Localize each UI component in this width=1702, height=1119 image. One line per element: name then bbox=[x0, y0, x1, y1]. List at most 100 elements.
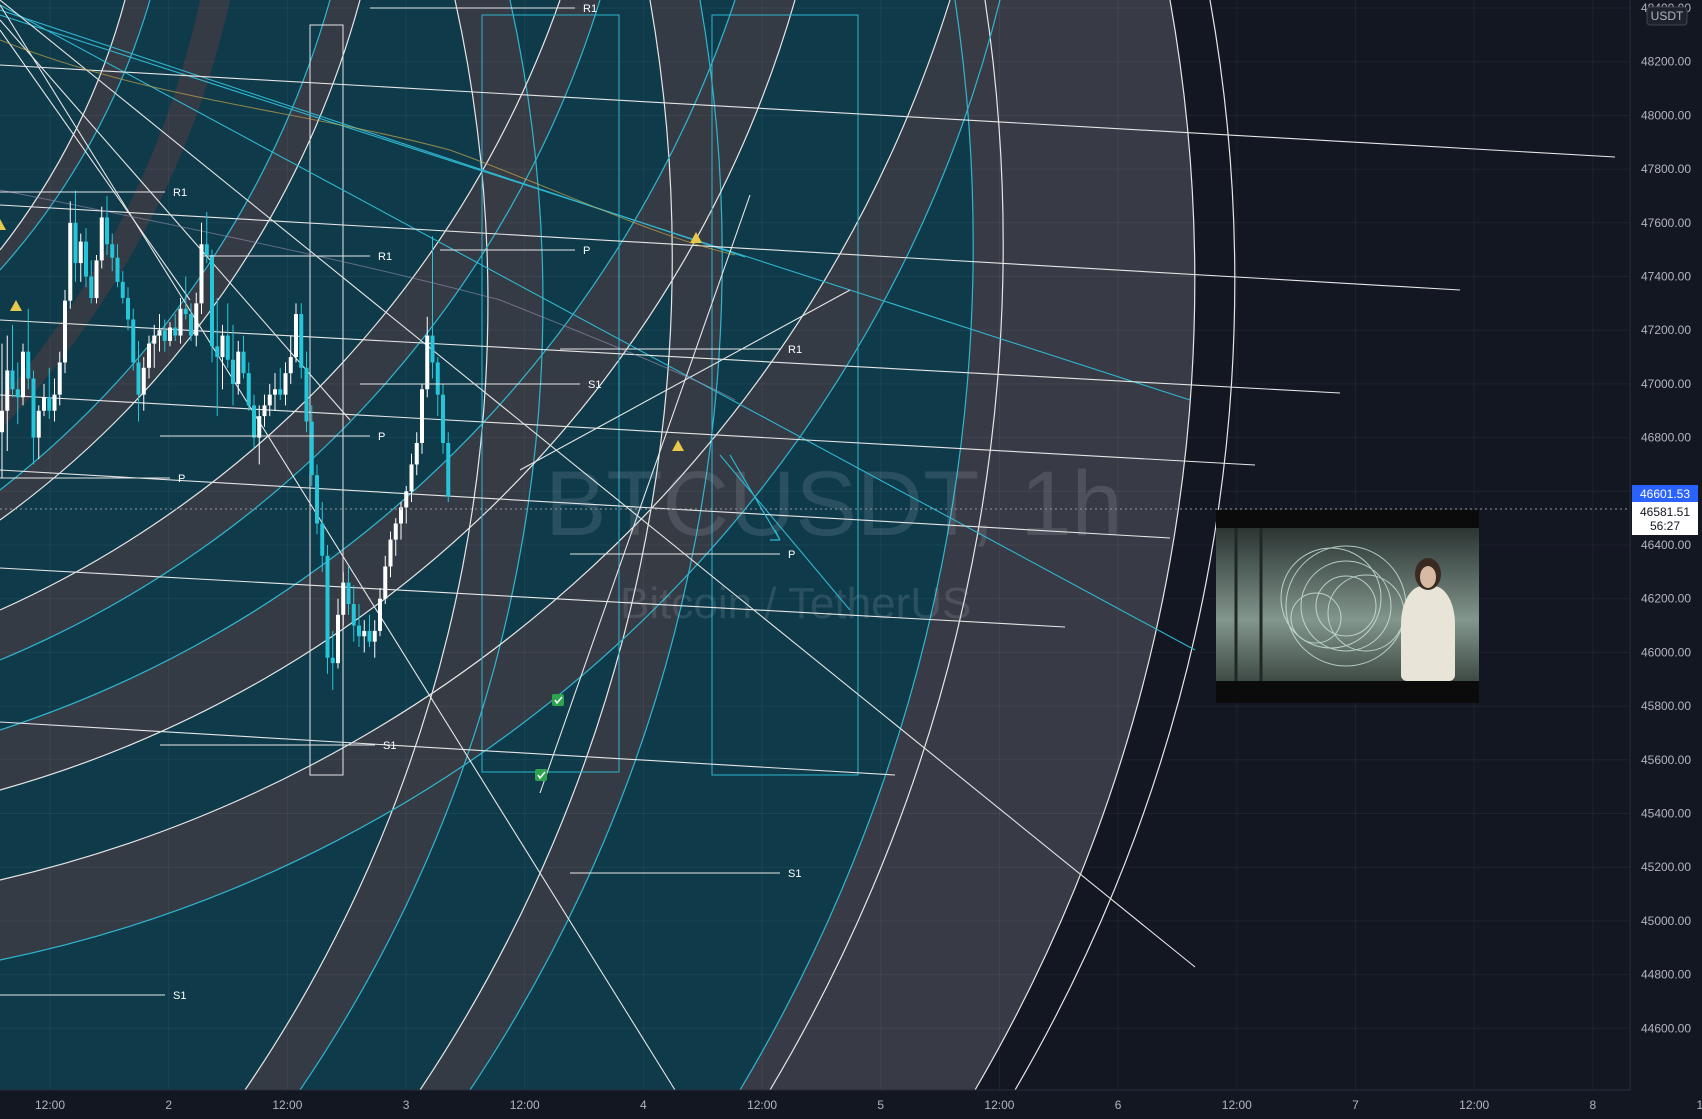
pivot-label: R1 bbox=[583, 3, 597, 15]
candle-body bbox=[325, 555, 330, 658]
pivot-label: S1 bbox=[383, 740, 396, 752]
candle-body bbox=[194, 303, 199, 336]
price-tick-label: 47200.00 bbox=[1641, 323, 1691, 337]
candle-body bbox=[393, 523, 398, 540]
price-tick-label: 44600.00 bbox=[1641, 1021, 1691, 1035]
time-axis[interactable]: 12:00 2 12:00 3 12:00 4 12:00 5 12:00 6 12:00 7 12:0… bbox=[0, 1089, 1702, 1119]
candle-body bbox=[183, 308, 188, 315]
candle-body bbox=[378, 598, 382, 631]
time-tick-label: 12:00 bbox=[35, 1098, 65, 1112]
candle-body bbox=[110, 244, 115, 258]
price-tick-label: 45000.00 bbox=[1641, 914, 1691, 928]
candle-body bbox=[283, 373, 288, 395]
candle-body bbox=[357, 625, 361, 637]
candle-body bbox=[346, 582, 351, 605]
candle-body bbox=[404, 491, 409, 508]
pivot-label: P bbox=[583, 245, 590, 257]
candle-body bbox=[409, 464, 414, 492]
time-tick-label: 12:00 bbox=[510, 1098, 540, 1112]
crosshair-price-tag: 46601.53 bbox=[1632, 485, 1698, 502]
candle-body bbox=[42, 397, 46, 411]
candle-body bbox=[120, 281, 125, 298]
price-tick-label: 46400.00 bbox=[1641, 538, 1691, 552]
candle-body bbox=[215, 346, 220, 358]
candle-body bbox=[0, 410, 4, 433]
candle-body bbox=[430, 335, 435, 363]
pivot-label: P bbox=[178, 473, 185, 485]
candle-body bbox=[15, 389, 20, 398]
candle-body bbox=[99, 217, 104, 261]
candle-body bbox=[89, 276, 94, 298]
time-tick-label: 2 bbox=[165, 1098, 172, 1112]
candle-body bbox=[446, 442, 451, 497]
check-icon bbox=[552, 694, 564, 706]
candle-body bbox=[68, 222, 73, 301]
candle-body bbox=[52, 394, 57, 411]
photo-scene bbox=[1216, 528, 1479, 681]
candle-body bbox=[10, 370, 15, 390]
time-tick-label: 12:00 bbox=[747, 1098, 777, 1112]
leia-hologram-photo bbox=[1216, 510, 1479, 703]
candle-body bbox=[147, 343, 151, 368]
candle-body bbox=[131, 319, 136, 363]
candle-body bbox=[383, 566, 388, 599]
price-tick-label: 47800.00 bbox=[1641, 162, 1691, 176]
price-tick-label: 48200.00 bbox=[1641, 55, 1691, 69]
candle-body bbox=[425, 335, 430, 390]
time-tick-label: 12:00 bbox=[272, 1098, 302, 1112]
pivot-label: R1 bbox=[378, 251, 392, 263]
watermark-symbol: BTCUSDT, 1h bbox=[545, 453, 1123, 555]
candle-body bbox=[351, 604, 356, 626]
candle-body bbox=[294, 314, 298, 358]
candle-body bbox=[73, 222, 78, 264]
candle-body bbox=[273, 389, 277, 395]
candle-body bbox=[26, 351, 31, 379]
figure-face bbox=[1420, 566, 1436, 588]
candle-body bbox=[168, 327, 172, 341]
candle-body bbox=[63, 300, 67, 363]
candle-body bbox=[78, 241, 83, 264]
time-tick-label: 12:00 bbox=[1697, 1098, 1702, 1112]
candle-body bbox=[341, 582, 346, 615]
candle-body bbox=[236, 351, 241, 384]
pivot-label: P bbox=[378, 431, 385, 443]
candle-body bbox=[320, 523, 325, 556]
time-tick-label: 12:00 bbox=[1222, 1098, 1252, 1112]
time-axis-bg bbox=[0, 1090, 1630, 1119]
candle-body bbox=[210, 255, 214, 347]
time-tick-label: 12:00 bbox=[984, 1098, 1014, 1112]
candle-body bbox=[5, 370, 10, 411]
candle-body bbox=[36, 410, 41, 438]
candle-body bbox=[231, 359, 235, 384]
candle-body bbox=[414, 442, 419, 465]
price-tick-label: 46800.00 bbox=[1641, 431, 1691, 445]
price-tick-label: 47600.00 bbox=[1641, 216, 1691, 230]
chart-root: BTCUSDT, 1h Bitcoin / TetherUS R1 R1 R1 P R1… bbox=[0, 0, 1702, 1119]
candle-body bbox=[420, 389, 424, 443]
candle-body bbox=[362, 630, 367, 637]
price-tick-label: 46000.00 bbox=[1641, 645, 1691, 659]
candle-body bbox=[152, 335, 157, 344]
candle-body bbox=[57, 362, 62, 395]
candle-body bbox=[441, 394, 445, 443]
candle-body bbox=[330, 657, 335, 664]
price-axis[interactable]: 48400.0048200.0048000.0047800.0047600.00… bbox=[1629, 0, 1702, 1119]
candle-body bbox=[257, 416, 262, 438]
price-tick-label: 48000.00 bbox=[1641, 108, 1691, 122]
time-tick-label: 6 bbox=[1115, 1098, 1122, 1112]
candle-body bbox=[399, 507, 403, 524]
crosshair-price: 46601.53 bbox=[1640, 487, 1690, 501]
last-price-tag: 46581.51 56:27 bbox=[1632, 502, 1698, 535]
candle-body bbox=[262, 405, 267, 417]
candle-body bbox=[204, 244, 209, 256]
candle-body bbox=[315, 475, 319, 524]
candle-body bbox=[252, 405, 256, 438]
candle-body bbox=[246, 373, 251, 406]
candle-body bbox=[367, 630, 372, 642]
currency-label: USDT bbox=[1651, 9, 1684, 23]
pivot-label: R1 bbox=[173, 187, 187, 199]
last-price: 46581.51 bbox=[1640, 505, 1690, 519]
candle-body bbox=[173, 327, 178, 336]
candle-body bbox=[47, 397, 52, 411]
price-tick-label: 45600.00 bbox=[1641, 753, 1691, 767]
